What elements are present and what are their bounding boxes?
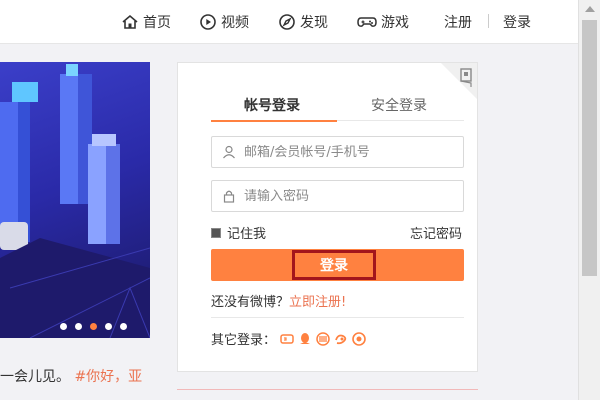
top-nav: 首页 视频 发现 游戏 注册 登录 <box>0 0 578 44</box>
forgot-password-link[interactable]: 忘记密码 <box>410 223 462 242</box>
register-prompt: 还没有微博？立即注册! <box>211 291 346 310</box>
nav-video-label: 视频 <box>221 15 249 31</box>
nav-register-label: 注册 <box>444 15 472 31</box>
360-login-icon[interactable] <box>280 332 294 346</box>
home-icon <box>122 14 138 29</box>
nav-game[interactable]: 游戏 <box>357 12 409 32</box>
feed-snippet: 一会儿见。 #你好，亚 <box>0 366 142 386</box>
nav-login[interactable]: 登录 <box>503 12 531 32</box>
active-tab-indicator <box>211 120 337 122</box>
other-login-row: 其它登录： <box>211 329 366 348</box>
nav-login-label: 登录 <box>503 15 531 31</box>
video-icon <box>200 14 216 30</box>
nav-home-label: 首页 <box>143 15 171 31</box>
tab-account-login[interactable]: 帐号登录 <box>244 95 300 115</box>
alipay-login-icon[interactable] <box>352 331 366 346</box>
nav-discover[interactable]: 发现 <box>278 12 328 32</box>
remember-me-checkbox[interactable] <box>211 227 221 238</box>
register-now-link[interactable]: 立即注册! <box>289 295 346 310</box>
city-illustration <box>0 64 150 338</box>
divider <box>211 317 464 318</box>
carousel-dot[interactable] <box>60 323 67 330</box>
carousel-dot[interactable] <box>120 323 127 330</box>
login-button-label[interactable]: 登录 <box>292 250 376 280</box>
nav-game-label: 游戏 <box>381 15 409 31</box>
qq-login-icon[interactable] <box>298 332 312 346</box>
login-tabs: 帐号登录 安全登录 <box>211 93 464 122</box>
section-divider <box>177 389 478 390</box>
no-account-text: 还没有微博？ <box>211 295 290 310</box>
remember-me-label: 记住我 <box>227 227 267 242</box>
login-button[interactable]: 登录 <box>211 249 464 281</box>
compass-icon <box>279 14 295 30</box>
scroll-up-arrow-icon[interactable] <box>585 6 595 12</box>
login-panel: 帐号登录 安全登录 记住我 忘记密码 登录 还没有微博？立即注册! 其它登录： <box>177 62 478 372</box>
carousel-dot[interactable] <box>75 323 82 330</box>
lock-icon <box>223 190 235 203</box>
carousel-dot[interactable] <box>105 323 112 330</box>
nav-separator <box>488 14 489 28</box>
nav-home[interactable]: 首页 <box>121 12 171 32</box>
scrollbar-thumb[interactable] <box>582 20 597 276</box>
weibo-login-icon[interactable] <box>316 331 330 346</box>
user-icon <box>223 145 235 159</box>
nav-discover-label: 发现 <box>300 15 328 31</box>
feed-hashtag-link[interactable]: #你好，亚 <box>74 369 142 385</box>
tianyi-login-icon[interactable] <box>334 332 348 346</box>
carousel-dots <box>60 323 127 330</box>
gamepad-icon <box>357 17 377 27</box>
feed-text: 一会儿见。 <box>0 369 70 385</box>
nav-register[interactable]: 注册 <box>444 12 472 32</box>
carousel-dot-active[interactable] <box>90 323 97 330</box>
username-field[interactable] <box>211 136 464 168</box>
password-field[interactable] <box>211 180 464 212</box>
scrollbar[interactable] <box>578 0 600 400</box>
nav-video[interactable]: 视频 <box>199 12 249 32</box>
password-input[interactable] <box>244 188 444 204</box>
tab-secure-login[interactable]: 安全登录 <box>371 95 427 115</box>
other-login-label: 其它登录： <box>211 333 277 348</box>
banner-image[interactable] <box>0 62 150 338</box>
remember-me[interactable]: 记住我 <box>211 223 266 242</box>
username-input[interactable] <box>244 144 444 160</box>
